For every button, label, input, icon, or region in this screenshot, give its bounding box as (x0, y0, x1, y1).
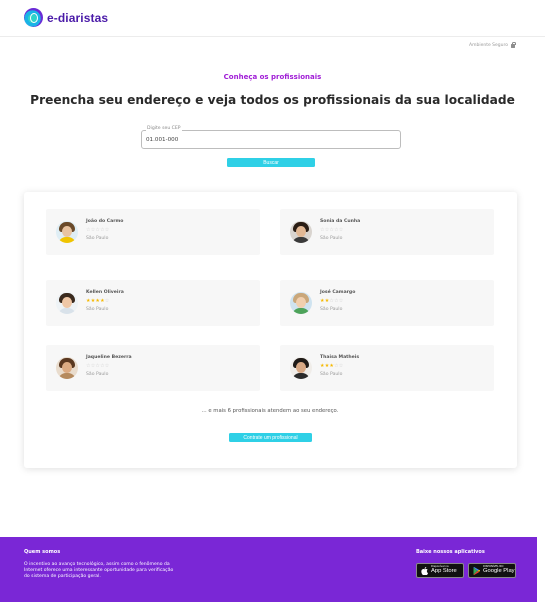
professional-city: São Paulo (86, 307, 109, 312)
avatar (290, 292, 312, 314)
about-text: O incentivo ao avanço tecnológico, assim… (24, 562, 174, 580)
professional-city: São Paulo (320, 372, 343, 377)
logo-icon (24, 8, 43, 27)
search-button[interactable]: Buscar (227, 158, 315, 167)
star-icon: ☆ (104, 297, 110, 304)
play-icon (472, 566, 480, 575)
star-icon: ☆ (338, 297, 344, 304)
appstore-name: App Store (431, 567, 457, 574)
cep-label: Digite seu CEP (146, 126, 182, 131)
professional-card[interactable]: Jaqueline Bezerra ☆☆☆☆☆ São Paulo (46, 345, 260, 391)
rating-stars: ★★★☆☆ (320, 362, 344, 369)
more-professionals-text: ... e mais 6 profissionais atendem ao se… (201, 408, 339, 414)
hire-professional-button[interactable]: Contrate um profissional (229, 433, 312, 442)
professional-city: São Paulo (86, 236, 109, 241)
apps-title: Baixe nossos aplicativos (416, 549, 485, 555)
lock-icon (511, 41, 517, 48)
rating-stars: ★★☆☆☆ (320, 297, 344, 304)
professional-name: Kellen Oliveira (86, 290, 124, 295)
professional-card[interactable]: Kellen Oliveira ★★★★☆ São Paulo (46, 280, 260, 326)
googleplay-badge[interactable]: DISPONÍVEL NO Google Play (468, 563, 516, 578)
page-title: Preencha seu endereço e veja todos os pr… (30, 93, 515, 107)
section-subtitle: Conheça os profissionais (223, 73, 322, 81)
rating-stars: ☆☆☆☆☆ (86, 362, 110, 369)
about-title: Quem somos (24, 549, 61, 555)
avatar (290, 357, 312, 379)
rating-stars: ☆☆☆☆☆ (320, 226, 344, 233)
avatar (56, 292, 78, 314)
star-icon: ☆ (338, 226, 344, 233)
professional-city: São Paulo (320, 307, 343, 312)
avatar (56, 357, 78, 379)
avatar (56, 221, 78, 243)
secure-label-text: Ambiente Seguro (469, 43, 508, 48)
secure-environment-label: Ambiente Seguro (469, 41, 517, 48)
professional-card[interactable]: João do Carmo ☆☆☆☆☆ São Paulo (46, 209, 260, 255)
cep-input[interactable] (146, 135, 396, 145)
cep-field: Digite seu CEP (141, 126, 401, 149)
footer-edge (537, 537, 545, 602)
apple-icon (420, 566, 428, 575)
star-icon: ☆ (104, 226, 110, 233)
professional-name: José Camargo (320, 290, 356, 295)
top-header: e-diaristas (0, 0, 545, 37)
rating-stars: ☆☆☆☆☆ (86, 226, 110, 233)
professional-card[interactable]: Sonia da Cunha ☆☆☆☆☆ São Paulo (280, 209, 494, 255)
rating-stars: ★★★★☆ (86, 297, 110, 304)
professional-name: Thaisa Matheis (320, 355, 360, 360)
star-icon: ☆ (338, 362, 344, 369)
footer: Quem somos O incentivo ao avanço tecnoló… (0, 537, 545, 602)
googleplay-name: Google Play (483, 567, 515, 574)
professional-city: São Paulo (86, 372, 109, 377)
professional-city: São Paulo (320, 236, 343, 241)
professionals-panel: João do Carmo ☆☆☆☆☆ São Paulo Sonia da C… (24, 192, 517, 468)
professional-name: Sonia da Cunha (320, 219, 361, 224)
professional-name: João do Carmo (86, 219, 124, 224)
professional-name: Jaqueline Bezerra (86, 355, 132, 360)
appstore-badge[interactable]: Disponível na App Store (416, 563, 464, 578)
professional-card[interactable]: Thaisa Matheis ★★★☆☆ São Paulo (280, 345, 494, 391)
avatar (290, 221, 312, 243)
logo-text: e-diaristas (47, 10, 109, 25)
professional-card[interactable]: José Camargo ★★☆☆☆ São Paulo (280, 280, 494, 326)
brand-logo[interactable]: e-diaristas (24, 8, 108, 27)
star-icon: ☆ (104, 362, 110, 369)
